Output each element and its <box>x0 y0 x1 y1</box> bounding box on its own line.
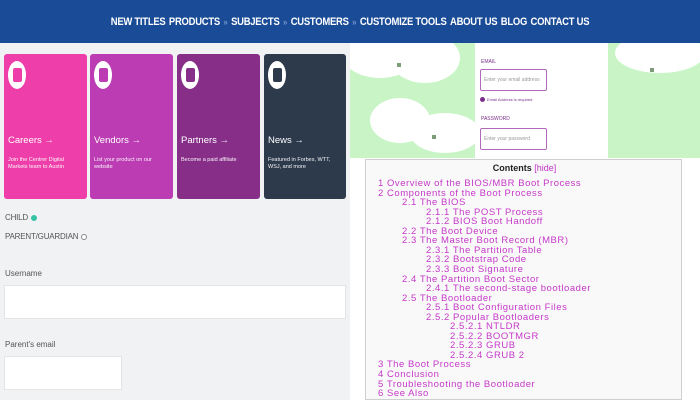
parent-radio-option[interactable]: PARENT/GUARDIAN <box>5 232 88 241</box>
card-description: Join the Centrer Digital Markets team to… <box>8 157 64 170</box>
card-partners[interactable]: Partners → Become a paid affiliate <box>177 54 260 199</box>
nav-separator: » <box>282 16 288 27</box>
toc-link[interactable]: 2.5.2.3 GRUB <box>450 340 516 350</box>
login-form: EMAIL Enter your email address Email Add… <box>475 43 608 158</box>
child-radio-option[interactable]: CHILD <box>5 213 38 222</box>
nav-link-blog[interactable]: BLOG <box>501 16 528 28</box>
child-radio-icon[interactable] <box>31 214 38 221</box>
toc-link[interactable]: 2.5.2 Popular Bootloaders <box>426 312 549 322</box>
left-panel: Careers → Join the Centrer Digital Market… <box>0 43 350 400</box>
toc-link[interactable]: 2.4 The Partition Boot Sector <box>402 274 539 284</box>
alert-dot-icon <box>480 97 485 102</box>
toc-title: Contents <box>492 163 532 173</box>
toc-link[interactable]: 2.5.2.2 BOOTMGR <box>450 331 539 341</box>
toc-link[interactable]: 4 Conclusion <box>378 369 439 379</box>
card-title[interactable]: Vendors → <box>94 135 141 146</box>
cloud-decoration <box>615 43 700 73</box>
nav-link-customers[interactable]: CUSTOMERS <box>291 16 349 28</box>
password-input[interactable]: Enter your password <box>480 128 547 150</box>
card-news[interactable]: News → Featured in Forbes, WTT, WSJ, and … <box>264 54 346 199</box>
toc-link[interactable]: 2.1.2 BIOS Boot Handoff <box>426 216 543 226</box>
table-of-contents: Contents [hide] 1 Overview of the BIOS/M… <box>365 159 682 400</box>
toc-link[interactable]: 2.3.1 The Partition Table <box>426 245 542 255</box>
email-required-text: Email Address is required <box>487 97 533 102</box>
parent-radio-icon[interactable] <box>81 233 88 240</box>
people-icon <box>8 61 26 89</box>
nav-link-contact-us[interactable]: CONTACT US <box>531 16 590 28</box>
login-panel: EMAIL Enter your email address Email Add… <box>350 43 700 158</box>
password-label: PASSWORD <box>481 116 510 122</box>
nav-link-products[interactable]: PRODUCTS <box>169 16 220 28</box>
nav-link-customize-tools[interactable]: CUSTOMIZE TOOLS <box>360 16 447 28</box>
toc-link[interactable]: 2.3 The Master Boot Record (MBR) <box>402 235 569 245</box>
toc-link[interactable]: 2.5 The Bootloader <box>402 293 492 303</box>
toc-link[interactable]: 6 See Also <box>378 388 429 398</box>
store-icon <box>94 61 112 89</box>
email-required-note: Email Address is required <box>480 97 532 102</box>
page: NEW TITLES PRODUCTS» SUBJECTS» CUSTOMERS» CU… <box>0 0 700 400</box>
toc-link[interactable]: 2.3.3 Boot Signature <box>426 264 523 274</box>
toc-link[interactable]: 2.3.2 Bootstrap Code <box>426 254 527 264</box>
nav-separator: » <box>223 16 228 27</box>
contents-panel: Contents [hide] 1 Overview of the BIOS/M… <box>350 158 700 400</box>
card-title[interactable]: News → <box>268 135 304 146</box>
handshake-icon <box>181 61 199 89</box>
parent-email-label: Parent's email <box>5 340 56 349</box>
email-label: EMAIL <box>481 59 497 65</box>
toc-link[interactable]: 5 Troubleshooting the Bootloader <box>378 379 535 389</box>
pixel-decoration <box>650 68 654 72</box>
card-title[interactable]: Partners → <box>181 135 229 146</box>
top-navigation: NEW TITLES PRODUCTS» SUBJECTS» CUSTOMERS» CU… <box>0 0 700 43</box>
pixel-decoration <box>432 135 436 139</box>
toc-link[interactable]: 2.4.1 The second-stage bootloader <box>426 283 591 293</box>
card-vendors[interactable]: Vendors → List your product on our websit… <box>90 54 173 199</box>
document-icon <box>268 61 286 89</box>
cloud-decoration <box>410 113 480 153</box>
toc-link[interactable]: 2.1.1 The POST Process <box>426 207 543 217</box>
toc-link[interactable]: 1 Overview of the BIOS/MBR Boot Process <box>378 178 581 188</box>
nav-link-about-us[interactable]: ABOUT US <box>450 16 498 28</box>
nav-separator: » <box>352 16 357 27</box>
card-careers[interactable]: Careers → Join the Centrer Digital Market… <box>4 54 87 199</box>
toc-link[interactable]: 2 Components of the Boot Process <box>378 188 543 198</box>
nav-link-subjects[interactable]: SUBJECTS <box>231 16 280 28</box>
pixel-decoration <box>397 63 401 67</box>
username-label: Username <box>5 269 42 278</box>
toc-link[interactable]: 2.5.2.1 NTLDR <box>450 321 520 331</box>
parent-email-input[interactable] <box>4 356 122 390</box>
nav-link-new-titles[interactable]: NEW TITLES <box>111 16 166 28</box>
child-label: CHILD <box>5 213 29 222</box>
email-input[interactable]: Enter your email address <box>480 69 547 91</box>
toc-link[interactable]: 2.5.2.4 GRUB 2 <box>450 350 525 360</box>
nav-links: NEW TITLES PRODUCTS» SUBJECTS» CUSTOMERS» CU… <box>49 16 651 28</box>
parent-label: PARENT/GUARDIAN <box>5 232 79 241</box>
card-description: Featured in Forbes, WTT, WSJ, and more <box>268 157 331 170</box>
toc-hide-link[interactable]: [hide] <box>534 163 556 173</box>
toc-link[interactable]: 2.1 The BIOS <box>402 197 466 207</box>
card-description: List your product on our website <box>94 157 152 170</box>
username-input[interactable] <box>4 285 346 319</box>
toc-heading: Contents [hide] <box>366 163 683 173</box>
toc-link[interactable]: 2.2 The Boot Device <box>402 226 498 236</box>
card-title[interactable]: Careers → <box>8 135 54 146</box>
card-description: Become a paid affiliate <box>181 157 237 163</box>
toc-link[interactable]: 3 The Boot Process <box>378 359 471 369</box>
toc-link[interactable]: 2.5.1 Boot Configuration Files <box>426 302 567 312</box>
